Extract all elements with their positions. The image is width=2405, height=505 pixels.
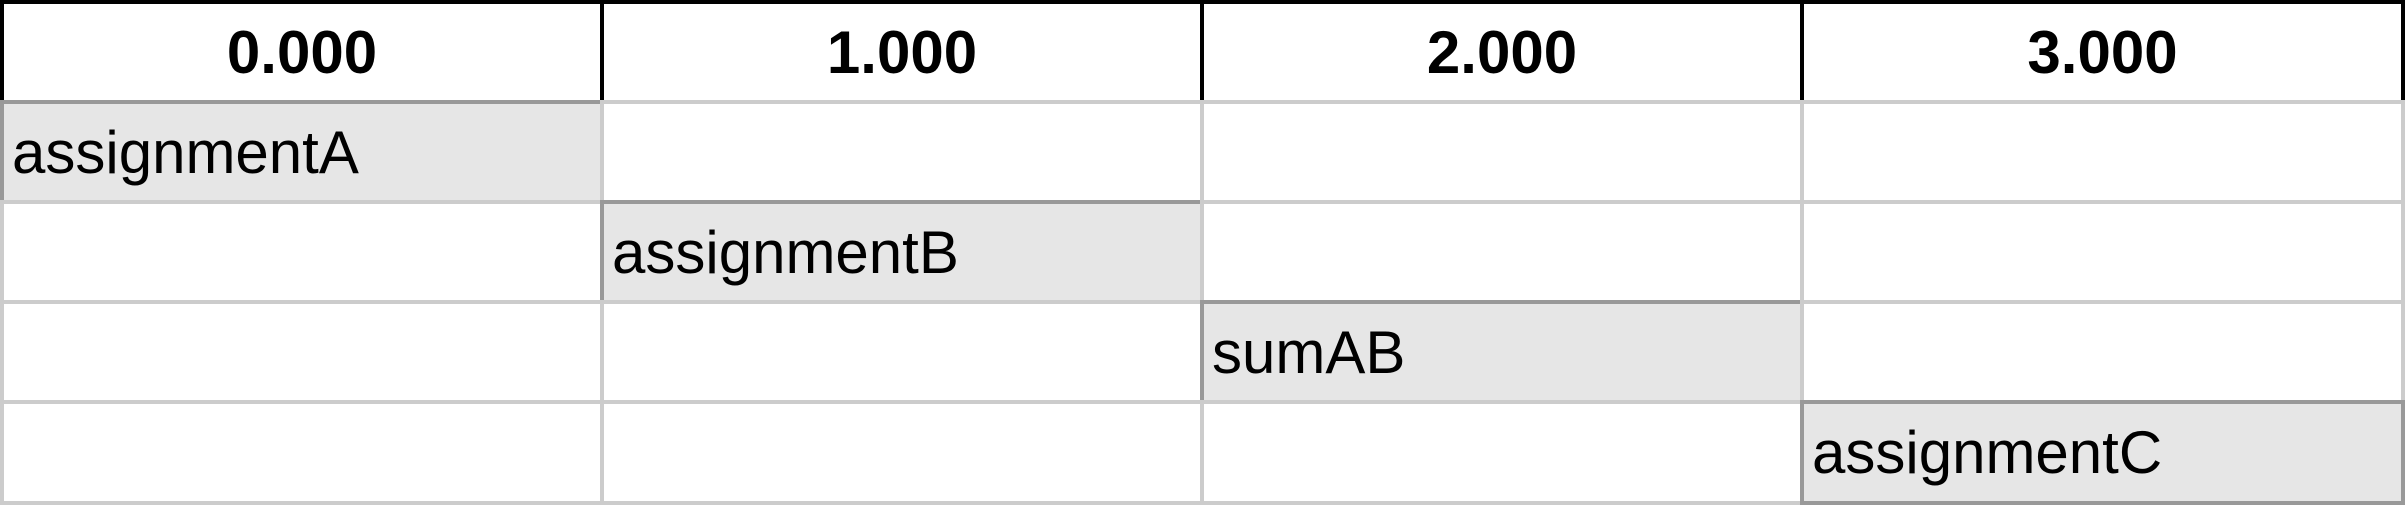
task-assignmentC: assignmentC bbox=[1800, 400, 2405, 505]
grid-cell bbox=[1200, 100, 1804, 204]
grid-cell bbox=[0, 200, 604, 304]
grid-cell bbox=[0, 300, 604, 404]
grid-cell bbox=[600, 300, 1204, 404]
grid-cell bbox=[0, 400, 604, 505]
grid-cell bbox=[1800, 200, 2405, 304]
task-sumAB: sumAB bbox=[1200, 300, 1804, 404]
time-header-3: 3.000 bbox=[1800, 0, 2405, 104]
grid-cell bbox=[600, 100, 1204, 204]
grid-cell bbox=[1200, 400, 1804, 505]
grid-cell bbox=[1800, 100, 2405, 204]
time-header-0: 0.000 bbox=[0, 0, 604, 104]
task-assignmentA: assignmentA bbox=[0, 100, 604, 204]
time-header-1: 1.000 bbox=[600, 0, 1204, 104]
task-assignmentB: assignmentB bbox=[600, 200, 1204, 304]
timeline-grid: 0.000 1.000 2.000 3.000 assignmentA assi… bbox=[0, 0, 2405, 505]
grid-cell bbox=[1800, 300, 2405, 404]
time-header-2: 2.000 bbox=[1200, 0, 1804, 104]
grid-cell bbox=[1200, 200, 1804, 304]
grid-cell bbox=[600, 400, 1204, 505]
